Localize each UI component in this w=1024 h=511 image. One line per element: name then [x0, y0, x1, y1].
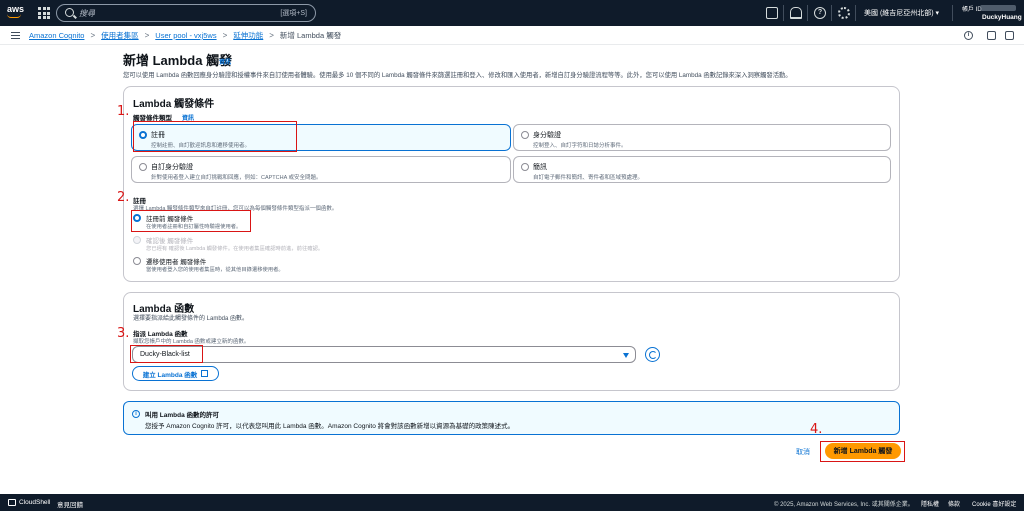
annotation-step-4: 4. — [810, 422, 823, 437]
alert-title: 叫用 Lambda 函數的許可 — [145, 412, 220, 419]
create-lambda-button[interactable]: 建立 Lambda 函數 — [132, 366, 219, 381]
cloudshell-link[interactable]: CloudShell — [19, 499, 50, 506]
account-id-redacted — [980, 5, 1016, 11]
annotation-step-1: 1. — [117, 104, 130, 119]
breadcrumb-extensions[interactable]: 延伸功能 — [233, 30, 263, 41]
search-shortcut: [選項+S] — [280, 10, 307, 17]
trigger-type-title: 簡訊 — [533, 164, 547, 171]
cancel-button[interactable]: 取消 — [796, 447, 810, 457]
radio-custom-auth[interactable] — [139, 163, 147, 171]
radio-post-confirmation — [133, 236, 141, 244]
footer-cookie-link[interactable]: Cookie 喜好設定 — [972, 499, 1016, 508]
search-icon — [65, 8, 74, 17]
copyright: © 2025, Amazon Web Services, Inc. 或其關係企業… — [774, 502, 914, 508]
account-id-label: 帳戶 ID — [962, 7, 982, 13]
permission-alert: i 叫用 Lambda 函數的許可 您授予 Amazon Cognito 許可，… — [123, 401, 900, 435]
trigger-type-custom-auth[interactable]: 自訂身分驗證 針對使用者登入建立自訂挑戰和回應，例如：CAPTCHA 或安全問題… — [131, 156, 511, 183]
lambda-function-select[interactable]: Ducky-Black-list — [132, 346, 636, 363]
divider — [807, 5, 808, 21]
lambda-panel-description: 選擇要指派給此觸發條件的 Lambda 函數。 — [133, 316, 249, 322]
breadcrumb-cognito[interactable]: Amazon Cognito — [29, 31, 84, 40]
trigger-panel — [123, 86, 900, 282]
trigger-panel-heading: Lambda 觸發條件 — [133, 99, 215, 110]
region-selector[interactable]: 美國 (維吉尼亞州北部) ▾ — [864, 8, 939, 18]
footer: CloudShell 意見回饋 © 2025, Amazon Web Servi… — [0, 494, 1024, 511]
trigger-type-authentication[interactable]: 身分驗證 控制登入、自訂字符和日誌分析事件。 — [513, 124, 891, 151]
breadcrumb-user-pools[interactable]: 使用者集區 — [101, 30, 139, 41]
settings-gear-icon[interactable] — [838, 7, 850, 19]
region-label: 美國 (維吉尼亞州北部) — [864, 10, 934, 17]
aws-logo-text: aws — [7, 4, 25, 14]
radio-authentication[interactable] — [521, 131, 529, 139]
breadcrumb-bar: Amazon Cognito > 使用者集區 > User pool - vxj… — [0, 26, 1024, 45]
menu-icon[interactable] — [11, 32, 20, 39]
trigger-type-messaging[interactable]: 簡訊 自訂電子郵件和簡訊、寄件者和區域預處理。 — [513, 156, 891, 183]
annotation-box-4 — [820, 441, 905, 462]
divider — [952, 5, 953, 21]
breadcrumb-current: 新增 Lambda 觸發 — [279, 31, 342, 40]
feedback-icon[interactable] — [987, 31, 996, 40]
chevron-right-icon: > — [90, 31, 96, 40]
chevron-right-icon: > — [269, 31, 274, 40]
footer-terms-link[interactable]: 條款 — [948, 499, 960, 508]
notifications-bell-icon[interactable] — [790, 7, 802, 19]
top-navigation: aws 搜尋 [選項+S] ? 美國 (維吉尼亞州北部) ▾ 帳戶 ID Duc… — [0, 0, 1024, 26]
cloudshell-icon[interactable] — [766, 7, 778, 19]
external-link-icon — [201, 370, 209, 377]
page-info-link[interactable]: 資訊 — [219, 57, 231, 66]
divider — [855, 5, 856, 21]
info-icon: i — [132, 410, 140, 418]
search-placeholder: 搜尋 — [79, 9, 95, 18]
search-input[interactable]: 搜尋 [選項+S] — [56, 4, 316, 22]
create-lambda-label: 建立 Lambda 函數 — [142, 371, 198, 379]
feedback-link[interactable]: 意見回饋 — [57, 499, 83, 509]
trigger-type-desc: 自訂電子郵件和簡訊、寄件者和區域預處理。 — [533, 175, 644, 181]
trigger-type-title: 自訂身分驗證 — [151, 164, 193, 171]
divider — [783, 5, 784, 21]
page-description: 您可以使用 Lambda 函數回應身分驗證和授權事件來自訂使用者體驗。使用最多 … — [123, 72, 792, 79]
page-title: 新增 Lambda 觸發 — [123, 53, 233, 68]
aws-logo[interactable]: aws — [7, 5, 25, 21]
trigger-type-title: 身分驗證 — [533, 132, 561, 139]
annotation-step-2: 2. — [117, 190, 130, 205]
divider — [831, 5, 832, 21]
split-panel-icon[interactable] — [1005, 31, 1014, 40]
help-icon[interactable]: ? — [814, 7, 826, 19]
info-panel-icon[interactable]: i — [964, 31, 973, 40]
caret-down-icon — [623, 353, 629, 358]
chevron-right-icon: > — [144, 31, 150, 40]
trigger-type-desc: 針對使用者登入建立自訂挑戰和回應，例如：CAPTCHA 或安全問題。 — [151, 175, 322, 181]
account-menu[interactable]: DuckyHuang — [982, 14, 1022, 21]
breadcrumb-user-pool[interactable]: User pool - vxj5ws — [155, 31, 216, 40]
radio-messaging[interactable] — [521, 163, 529, 171]
footer-privacy-link[interactable]: 隱私權 — [921, 499, 939, 508]
refresh-icon[interactable] — [645, 347, 660, 362]
services-grid-icon[interactable] — [38, 7, 50, 19]
assign-lambda-description: 擷取您帳戶中的 Lambda 函數或建立新的函數。 — [133, 339, 250, 345]
chevron-right-icon: > — [222, 31, 228, 40]
trigger-type-desc: 控制登入、自訂字符和日誌分析事件。 — [533, 143, 627, 149]
annotation-box-2 — [131, 210, 251, 232]
alert-body: 您授予 Amazon Cognito 許可，以代表您叫用此 Lambda 函數。… — [145, 423, 515, 430]
option-desc: 您已經有 確認後 Lambda 觸發條件。在使用者集區確認時前進，前往確認。 — [146, 246, 324, 252]
cloudshell-icon[interactable] — [8, 499, 16, 506]
option-desc: 當使用者登入您的使用者集區時，從其他目錄遷移使用者。 — [146, 267, 284, 273]
radio-migrate-user[interactable] — [133, 257, 141, 265]
breadcrumb: Amazon Cognito > 使用者集區 > User pool - vxj… — [29, 30, 341, 41]
annotation-box-1 — [133, 121, 297, 152]
annotation-step-3: 3. — [117, 326, 130, 341]
annotation-box-3 — [130, 345, 203, 363]
